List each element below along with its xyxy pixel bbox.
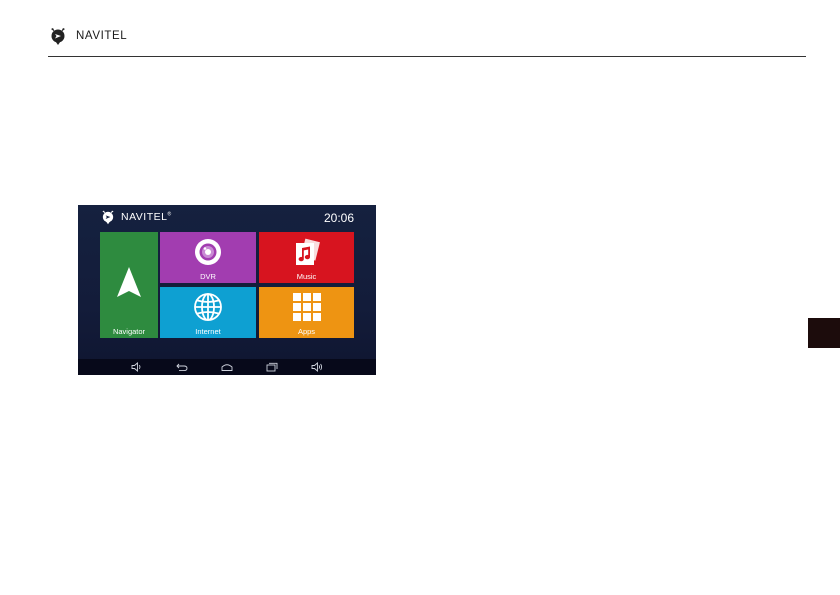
volume-down-icon[interactable] (131, 362, 143, 372)
page-brand-name: NAVITEL (76, 30, 128, 42)
navigation-arrow-icon (117, 267, 141, 297)
header-divider (48, 56, 806, 57)
tile-label-dvr: DVR (200, 272, 216, 281)
tile-internet[interactable]: Internet (160, 287, 256, 338)
tile-label-music: Music (296, 272, 317, 281)
clock: 20:06 (323, 211, 354, 225)
status-bar: NAVITEL® 20:06 (78, 205, 376, 232)
section-tab-marker (808, 318, 840, 348)
globe-icon (194, 293, 222, 321)
tile-label-navigator: Navigator (112, 327, 146, 336)
navitel-pin-logo-icon (102, 210, 114, 225)
tile-label-apps: Apps (297, 327, 316, 336)
recent-apps-icon[interactable] (266, 362, 278, 372)
page-header: NAVITEL (48, 24, 127, 48)
screen-brand-name: NAVITEL® (121, 211, 172, 223)
tile-navigator[interactable]: Navigator (100, 232, 158, 338)
camera-lens-icon (195, 239, 221, 265)
back-icon[interactable] (176, 362, 188, 372)
tile-label-internet: Internet (195, 327, 221, 336)
navitel-pin-logo-icon (51, 28, 65, 45)
volume-up-icon[interactable] (311, 362, 323, 372)
android-nav-bar (78, 359, 376, 375)
tile-apps[interactable]: Apps (259, 287, 354, 338)
apps-grid-icon (293, 293, 321, 321)
screen-logo: NAVITEL® (100, 209, 172, 225)
device-home-screen: NAVITEL® 20:06 Navigator DVR Music Inter… (78, 205, 376, 375)
tile-music[interactable]: Music (259, 232, 354, 283)
home-icon[interactable] (221, 362, 233, 372)
tile-dvr[interactable]: DVR (160, 232, 256, 283)
music-note-icon (296, 238, 320, 265)
